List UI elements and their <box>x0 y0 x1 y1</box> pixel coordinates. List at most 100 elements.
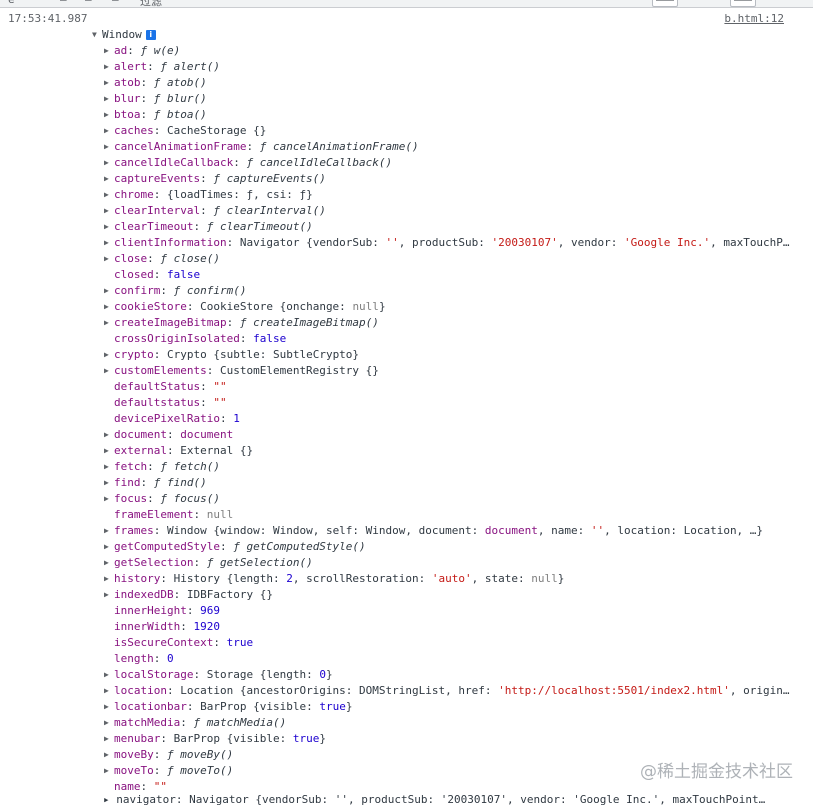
property-value: History {length: <box>173 572 287 585</box>
property-row[interactable]: ▶ createImageBitmap: ƒ createImageBitmap(… <box>104 315 793 331</box>
property-value: ƒ close() <box>160 252 220 265</box>
expand-triangle-icon[interactable]: ▶ <box>104 555 114 571</box>
expand-triangle-icon[interactable]: ▶ <box>104 59 114 75</box>
property-key: moveBy <box>114 748 154 761</box>
expand-triangle-icon[interactable]: ▶ <box>104 667 114 683</box>
property-value: null <box>352 300 379 313</box>
property-value: IDBFactory {} <box>186 588 273 601</box>
property-row[interactable]: ▶ getComputedStyle: ƒ getComputedStyle() <box>104 539 793 555</box>
property-row[interactable]: ▶ alert: ƒ alert() <box>104 59 793 75</box>
property-row[interactable]: ▶ cancelIdleCallback: ƒ cancelIdleCallbac… <box>104 155 793 171</box>
property-separator: : <box>193 556 207 569</box>
expand-triangle-icon[interactable]: ▶ <box>104 107 114 123</box>
property-row[interactable]: ▶ clearInterval: ƒ clearInterval() <box>104 203 793 219</box>
expand-triangle-icon[interactable]: ▶ <box>104 251 114 267</box>
property-separator: : <box>147 460 161 473</box>
expand-triangle-icon[interactable]: ▶ <box>104 91 114 107</box>
expand-triangle-icon[interactable]: ▶ <box>104 43 114 59</box>
expand-triangle-icon[interactable]: ▶ <box>104 587 114 603</box>
expand-triangle-icon[interactable]: ▶ <box>104 443 114 459</box>
property-key: cancelIdleCallback <box>114 156 234 169</box>
expand-triangle-icon[interactable]: ▶ <box>104 187 114 203</box>
property-row[interactable]: ▶ captureEvents: ƒ captureEvents() <box>104 171 793 187</box>
expand-triangle-icon[interactable]: ▶ <box>104 203 114 219</box>
property-value: , scrollRestoration: <box>292 572 432 585</box>
expand-triangle-icon[interactable]: ▶ <box>104 427 114 443</box>
expand-triangle-icon[interactable]: ▶ <box>104 299 114 315</box>
property-row[interactable]: ▶ clearTimeout: ƒ clearTimeout() <box>104 219 793 235</box>
expand-triangle-icon[interactable]: ▶ <box>104 459 114 475</box>
property-row[interactable]: ▶ close: ƒ close() <box>104 251 793 267</box>
property-key: locationbar <box>114 700 187 713</box>
source-link[interactable]: b.html:12 <box>724 12 784 25</box>
window-object-root[interactable]: ▼ Window i <box>92 27 793 43</box>
property-row[interactable]: ▶ focus: ƒ focus() <box>104 491 793 507</box>
expand-triangle-icon[interactable]: ▶ <box>104 475 114 491</box>
toolbar-dropdown[interactable]: ——— <box>730 0 757 7</box>
property-row[interactable]: ▶ chrome: {loadTimes: ƒ, csi: ƒ} <box>104 187 793 203</box>
expand-triangle-icon[interactable]: ▶ <box>104 171 114 187</box>
property-row[interactable]: ▶ btoa: ƒ btoa() <box>104 107 793 123</box>
property-row[interactable]: ▶ locationbar: BarProp {visible: true} <box>104 699 793 715</box>
expand-triangle-icon[interactable]: ▶ <box>104 75 114 91</box>
expand-triangle-icon[interactable]: ▼ <box>92 27 102 43</box>
property-row[interactable]: ▶ location: Location {ancestorOrigins: DO… <box>104 683 793 699</box>
property-row[interactable]: ▶ document: document <box>104 427 793 443</box>
property-row[interactable]: ▶ clientInformation: Navigator {vendorSub… <box>104 235 793 251</box>
expand-triangle-icon[interactable]: ▶ <box>104 747 114 763</box>
expand-triangle-icon[interactable]: ▶ <box>104 155 114 171</box>
property-row[interactable]: ▶ getSelection: ƒ getSelection() <box>104 555 793 571</box>
expand-triangle-icon[interactable]: ▶ <box>104 715 114 731</box>
property-key: crypto <box>114 348 154 361</box>
property-row[interactable]: ▶ fetch: ƒ fetch() <box>104 459 793 475</box>
property-value: CookieStore {onchange: <box>200 300 353 313</box>
property-row[interactable]: ▶ blur: ƒ blur() <box>104 91 793 107</box>
property-value: , name: <box>537 524 591 537</box>
property-row[interactable]: ▶ caches: CacheStorage {} <box>104 123 793 139</box>
property-row[interactable]: ▶ cookieStore: CookieStore {onchange: nul… <box>104 299 793 315</box>
property-row[interactable]: ▶ atob: ƒ atob() <box>104 75 793 91</box>
property-row[interactable]: ▶ indexedDB: IDBFactory {} <box>104 587 793 603</box>
expand-triangle-icon[interactable]: ▶ <box>104 139 114 155</box>
expand-triangle-icon[interactable]: ▶ <box>104 523 114 539</box>
expand-triangle-icon[interactable]: ▶ <box>104 539 114 555</box>
filter-input[interactable]: 过滤 <box>140 0 162 7</box>
expand-triangle-icon[interactable]: ▶ <box>104 363 114 379</box>
property-row[interactable]: ▶ external: External {} <box>104 443 793 459</box>
property-separator: : <box>166 428 181 441</box>
toolbar-dropdown[interactable]: ——— <box>652 0 679 7</box>
property-separator: : <box>193 508 207 521</box>
expand-triangle-icon[interactable]: ▶ <box>104 123 114 139</box>
property-row[interactable]: ▶ menubar: BarProp {visible: true} <box>104 731 793 747</box>
property-row: isSecureContext: true <box>104 635 793 651</box>
expand-triangle-icon[interactable]: ▶ <box>104 315 114 331</box>
expand-triangle-icon[interactable]: ▶ <box>104 219 114 235</box>
property-row[interactable]: ▶ find: ƒ find() <box>104 475 793 491</box>
expand-triangle-icon[interactable]: ▶ <box>104 683 114 699</box>
property-key: defaultstatus <box>114 396 201 409</box>
property-row[interactable]: ▶ localStorage: Storage {length: 0} <box>104 667 793 683</box>
expand-triangle-icon[interactable]: ▶ <box>104 235 114 251</box>
property-key: atob <box>114 76 141 89</box>
property-separator: : <box>200 172 214 185</box>
property-row[interactable]: ▶ crypto: Crypto {subtle: SubtleCrypto} <box>104 347 793 363</box>
property-separator: : <box>147 60 161 73</box>
property-row[interactable]: ▶ frames: Window {window: Window, self: W… <box>104 523 793 539</box>
property-row[interactable]: ▶ confirm: ƒ confirm() <box>104 283 793 299</box>
expand-triangle-icon[interactable]: ▶ <box>104 731 114 747</box>
property-row: innerHeight: 969 <box>104 603 793 619</box>
expand-triangle-icon[interactable]: ▶ <box>104 571 114 587</box>
property-row[interactable]: ▶ customElements: CustomElementRegistry {… <box>104 363 793 379</box>
property-separator: : <box>153 268 167 281</box>
expand-triangle-icon[interactable]: ▶ <box>104 699 114 715</box>
expand-triangle-icon[interactable]: ▶ <box>104 763 114 779</box>
expand-triangle-icon[interactable]: ▶ <box>104 347 114 363</box>
info-icon[interactable]: i <box>145 30 156 40</box>
property-value: , state: <box>471 572 532 585</box>
expand-triangle-icon[interactable]: ▶ <box>104 283 114 299</box>
expand-triangle-icon[interactable]: ▶ <box>104 491 114 507</box>
property-row[interactable]: ▶ ad: ƒ w(e) <box>104 43 793 59</box>
property-row[interactable]: ▶ matchMedia: ƒ matchMedia() <box>104 715 793 731</box>
property-row[interactable]: ▶ cancelAnimationFrame: ƒ cancelAnimation… <box>104 139 793 155</box>
property-row[interactable]: ▶ history: History {length: 2, scrollRest… <box>104 571 793 587</box>
